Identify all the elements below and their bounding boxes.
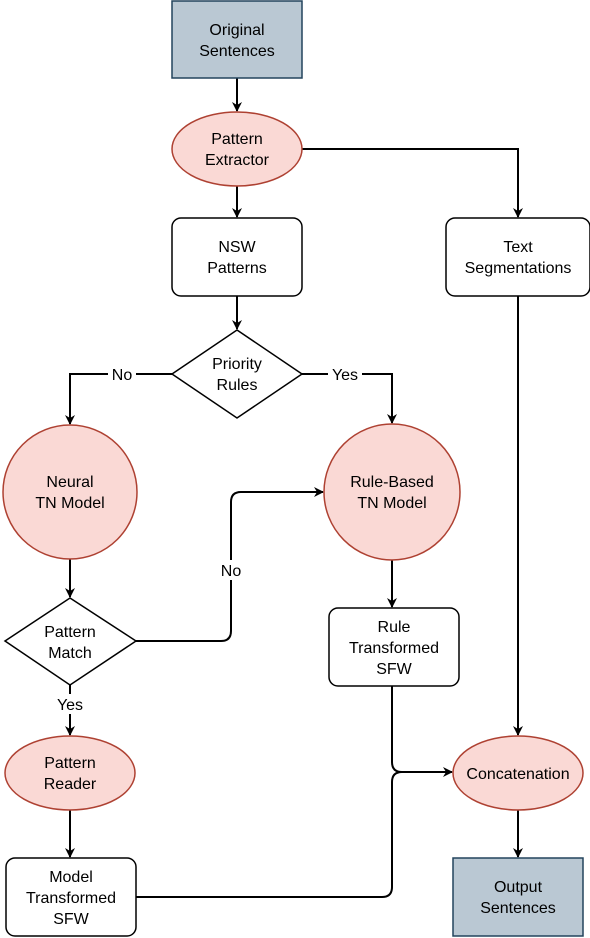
edge-model-sfw-to-concat [136, 771, 403, 898]
svg-text:Rule-Based: Rule-Based [350, 474, 434, 491]
node-pattern-match: Pattern Match [3, 597, 138, 686]
svg-text:Pattern: Pattern [211, 131, 263, 148]
svg-text:TN Model: TN Model [357, 495, 426, 512]
edge-label-match-yes: Yes [57, 697, 83, 714]
svg-text:Extractor: Extractor [205, 152, 270, 169]
svg-text:Sentences: Sentences [199, 43, 275, 60]
node-neural-tn-model: Neural TN Model [2, 424, 138, 560]
node-pattern-extractor: Pattern Extractor [171, 111, 303, 187]
svg-text:Transformed: Transformed [26, 890, 116, 907]
svg-text:SFW: SFW [376, 661, 412, 678]
svg-text:Rules: Rules [217, 377, 258, 394]
node-rule-transformed-sfw: Rule Transformed SFW [328, 607, 460, 687]
node-model-transformed-sfw: Model Transformed SFW [5, 857, 137, 937]
svg-text:Rule: Rule [378, 619, 411, 636]
svg-text:Model: Model [49, 869, 93, 886]
svg-text:Original: Original [209, 22, 264, 39]
svg-text:TN Model: TN Model [35, 495, 104, 512]
svg-text:Match: Match [48, 645, 92, 662]
node-priority-rules: Priority Rules [170, 329, 304, 419]
flowchart: No Yes No Yes Original Sentences Pattern… [2, 0, 590, 937]
edge-label-match-no: No [221, 563, 242, 580]
svg-text:Text: Text [503, 239, 533, 256]
svg-text:Neural: Neural [46, 474, 93, 491]
svg-text:SFW: SFW [53, 911, 89, 928]
svg-text:NSW: NSW [218, 239, 256, 256]
edge-label-priority-no: No [112, 367, 133, 384]
node-output-sentences: Output Sentences [452, 857, 584, 937]
svg-text:Output: Output [494, 879, 543, 896]
edge-extractor-to-textseg [302, 148, 523, 218]
svg-text:Priority: Priority [212, 356, 262, 373]
svg-text:Transformed: Transformed [349, 640, 439, 657]
svg-text:Concatenation: Concatenation [466, 766, 569, 783]
node-concatenation: Concatenation [452, 735, 584, 811]
node-original-sentences: Original Sentences [171, 0, 303, 79]
svg-text:Segmentations: Segmentations [465, 260, 572, 277]
node-nsw-patterns: NSW Patterns [171, 217, 303, 297]
node-pattern-reader: Pattern Reader [4, 735, 136, 811]
svg-text:Pattern: Pattern [44, 755, 96, 772]
svg-text:Reader: Reader [44, 776, 97, 793]
svg-text:Sentences: Sentences [480, 900, 556, 917]
svg-text:Pattern: Pattern [44, 624, 96, 641]
svg-text:Patterns: Patterns [207, 260, 267, 277]
node-text-segmentations: Text Segmentations [445, 217, 590, 297]
edge-rule-sfw-to-concat [391, 686, 453, 777]
edge-label-priority-yes: Yes [332, 367, 358, 384]
node-rule-based-tn-model: Rule-Based TN Model [323, 423, 461, 561]
